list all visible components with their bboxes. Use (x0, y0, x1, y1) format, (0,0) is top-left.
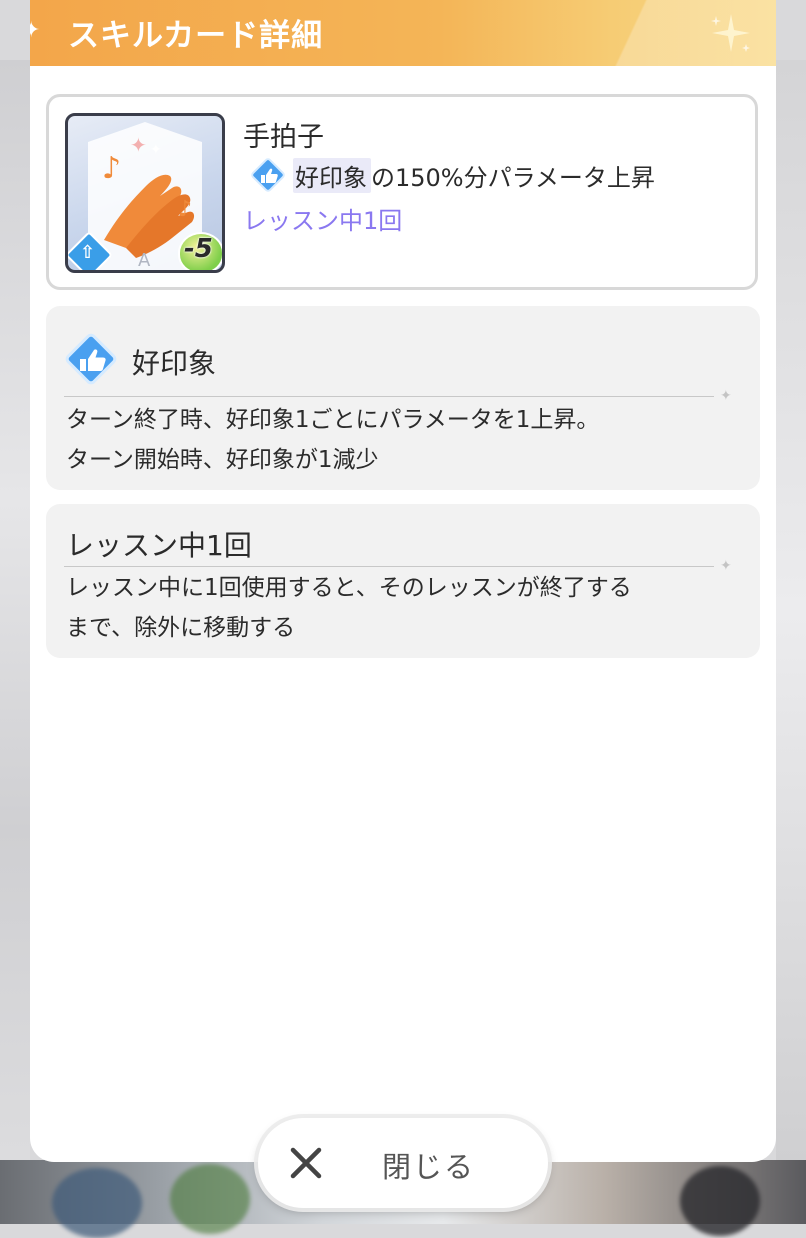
modal-header: ✦ スキルカード詳細 (30, 0, 776, 66)
thumbs-up-icon (65, 333, 117, 385)
svg-text:✦: ✦ (130, 133, 147, 157)
effect-text: の150%分パラメータ上昇 (371, 163, 655, 192)
skill-card-art: ♪ ♪ ✦ ✦ ⇧ A -5 (65, 113, 225, 273)
skill-card-detail-modal: ✦ スキルカード詳細 ♪ ♪ ✦ ✦ ⇧ A -5 手拍子 好印象 の150%分… (30, 0, 776, 1162)
sparkle-icon: ✦ (720, 558, 732, 574)
keyword-description-line: まで、除外に移動する (66, 615, 296, 641)
svg-text:✦: ✦ (150, 142, 162, 158)
usage-limit-label: レッスン中1回 (243, 207, 403, 235)
close-button-label: 閉じる (382, 1150, 476, 1184)
sparkle-icon: ✦ (720, 388, 732, 404)
effect-keyword: 好印象 (293, 157, 371, 193)
background-right (776, 60, 806, 1160)
up-arrow-diamond-icon: ⇧ (80, 242, 96, 263)
modal-title: スキルカード詳細 (68, 18, 324, 54)
skill-card-effect: 好印象 の150%分パラメータ上昇 (249, 157, 655, 193)
rarity-letter: A (138, 250, 151, 271)
menu-icon (680, 1166, 760, 1236)
background-left (0, 60, 30, 1160)
sparkle-icon: ✦ (30, 18, 41, 43)
sparkle-icon (711, 14, 750, 52)
keyword-panel-impression: 好印象 ✦ ターン終了時、好印象1ごとにパラメータを1上昇。 ターン開始時、好印… (46, 306, 760, 490)
svg-text:♪: ♪ (102, 151, 121, 186)
divider (64, 396, 714, 397)
keyword-description-line: ターン終了時、好印象1ごとにパラメータを1上昇。 (66, 407, 600, 433)
keyword-description-line: レッスン中に1回使用すると、そのレッスンが終了する (66, 575, 632, 601)
close-button[interactable]: 閉じる (258, 1118, 548, 1208)
close-icon (290, 1147, 322, 1179)
keyword-title: 好印象 (132, 347, 217, 380)
keyword-title: レッスン中1回 (66, 529, 252, 562)
cost-value: -5 (184, 234, 213, 264)
svg-text:♪: ♪ (178, 197, 192, 222)
skill-card-summary: ♪ ♪ ✦ ✦ ⇧ A -5 手拍子 好印象 の150%分パラメータ上昇 レッス… (46, 94, 758, 290)
home-icon (52, 1168, 142, 1238)
keyword-panel-once-per-lesson: レッスン中1回 ✦ レッスン中に1回使用すると、そのレッスンが終了する まで、除… (46, 504, 760, 658)
keyword-description-line: ターン開始時、好印象が1減少 (66, 447, 379, 473)
skill-card-name: 手拍子 (243, 122, 324, 153)
thumbs-up-icon (251, 158, 285, 192)
divider (64, 566, 714, 567)
